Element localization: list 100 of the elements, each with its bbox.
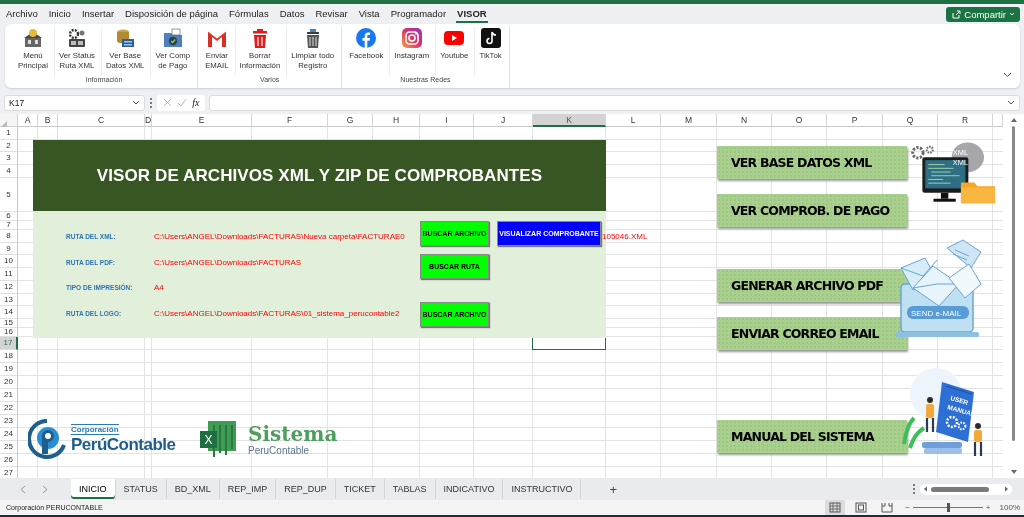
menu-tab[interactable]: Datos bbox=[278, 5, 306, 23]
sheet-tab[interactable]: TABLAS bbox=[384, 479, 436, 499]
caret-icon bbox=[1009, 11, 1015, 17]
column-header[interactable]: M bbox=[661, 114, 717, 127]
row-header[interactable]: 17 bbox=[0, 337, 18, 350]
scroll-down-icon[interactable] bbox=[1009, 469, 1018, 475]
zoom-level: 100% bbox=[999, 503, 1020, 512]
row-header[interactable]: 10 bbox=[0, 255, 18, 268]
row-header[interactable]: 25 bbox=[0, 441, 18, 454]
caret-icon[interactable] bbox=[132, 99, 140, 106]
menu-tab[interactable]: Insertar bbox=[80, 5, 116, 23]
column-header[interactable]: O bbox=[772, 114, 827, 127]
row-header[interactable]: 5 bbox=[0, 178, 18, 212]
menu-tab[interactable]: Revisar bbox=[314, 5, 349, 23]
row-header[interactable]: 1 bbox=[0, 127, 18, 140]
column-header[interactable]: B bbox=[38, 114, 58, 127]
caret-icon[interactable] bbox=[1007, 99, 1015, 106]
row-header[interactable]: 21 bbox=[0, 389, 18, 402]
cancel-icon[interactable] bbox=[162, 98, 172, 107]
menu-tab[interactable]: Fórmulas bbox=[228, 5, 270, 23]
more-icon[interactable] bbox=[912, 483, 916, 495]
row-header[interactable]: 8 bbox=[0, 230, 18, 243]
zoom-out-button[interactable]: − bbox=[905, 503, 910, 512]
view-button[interactable] bbox=[825, 500, 846, 515]
sheet-tab[interactable]: REP_DUP bbox=[276, 479, 336, 499]
logo-subtitle: PeruContable bbox=[248, 444, 311, 456]
instagram-icon bbox=[400, 27, 423, 49]
caret-icon[interactable] bbox=[1003, 72, 1012, 78]
check-icon[interactable] bbox=[176, 98, 187, 107]
function-button[interactable]: fx bbox=[192, 97, 200, 108]
column-header[interactable]: E bbox=[152, 114, 252, 127]
scroll-up-icon[interactable] bbox=[1009, 117, 1018, 123]
row-header[interactable]: 2 bbox=[0, 140, 18, 152]
sheet-tab[interactable]: REP_IMP bbox=[219, 479, 277, 499]
row-header[interactable]: 4 bbox=[0, 165, 18, 178]
row-header[interactable]: 20 bbox=[0, 376, 18, 389]
slider-thumb[interactable] bbox=[946, 503, 950, 512]
row-header[interactable]: 11 bbox=[0, 268, 18, 281]
scrollbar-thumb[interactable] bbox=[931, 486, 989, 492]
share-button[interactable]: Compartir bbox=[946, 6, 1020, 22]
column-header[interactable]: J bbox=[474, 114, 533, 127]
row-header[interactable]: 24 bbox=[0, 428, 18, 441]
sheet-tab[interactable]: BD_XML bbox=[166, 479, 220, 499]
row-header[interactable]: 13 bbox=[0, 294, 18, 306]
menu-tab[interactable]: Archivo bbox=[5, 5, 39, 23]
image-button[interactable]: ENVIAR CORREO EMAIL bbox=[717, 317, 907, 350]
menu-tab[interactable]: Disposición de página bbox=[124, 5, 220, 23]
image-button[interactable]: VER COMPROB. DE PAGO bbox=[717, 194, 907, 227]
column-header[interactable]: K bbox=[533, 114, 606, 127]
scroll-left-icon[interactable] bbox=[923, 486, 928, 492]
column-header[interactable]: C bbox=[58, 114, 145, 127]
database-icon bbox=[114, 27, 137, 49]
add-sheet-button[interactable]: + bbox=[603, 480, 624, 498]
row-header[interactable]: 7 bbox=[0, 221, 18, 230]
scrollbar-thumb[interactable] bbox=[1012, 126, 1015, 441]
scroll-right-icon[interactable] bbox=[1004, 486, 1009, 492]
column-header[interactable]: N bbox=[717, 114, 772, 127]
menu-tab[interactable]: Vista bbox=[357, 5, 381, 23]
image-button[interactable]: VER BASE DATOS XML bbox=[717, 146, 907, 179]
bubble-label: XML bbox=[952, 157, 968, 167]
field-value: A4 bbox=[154, 283, 164, 293]
previous-icon[interactable] bbox=[20, 484, 26, 494]
column-header[interactable]: I bbox=[420, 114, 474, 127]
row-header[interactable]: 9 bbox=[0, 243, 18, 255]
row-header[interactable]: 26 bbox=[0, 454, 18, 467]
sheet-tab[interactable]: INSTRUCTIVO bbox=[503, 479, 582, 499]
row-header[interactable]: 22 bbox=[0, 402, 18, 415]
sheet-tab[interactable]: STATUS bbox=[115, 479, 167, 499]
row-header[interactable]: 12 bbox=[0, 281, 18, 294]
row-header[interactable]: 14 bbox=[0, 306, 18, 319]
row-header[interactable]: 3 bbox=[0, 152, 18, 165]
page-break-icon bbox=[881, 502, 894, 513]
zoom-in-button[interactable]: + bbox=[985, 503, 991, 512]
menu-tab[interactable]: Programador bbox=[389, 5, 448, 23]
image-button[interactable]: MANUAL DEL SISTEMA bbox=[717, 420, 907, 453]
sheet-tab[interactable]: TICKET bbox=[335, 479, 385, 499]
column-header[interactable]: G bbox=[328, 114, 373, 127]
next-icon[interactable] bbox=[42, 484, 48, 494]
column-header[interactable]: L bbox=[606, 114, 661, 127]
sheet-tab[interactable]: INDICATIVO bbox=[435, 479, 504, 499]
column-header[interactable]: R bbox=[938, 114, 993, 127]
menu-tab[interactable]: Inicio bbox=[47, 5, 72, 23]
menu-tab[interactable]: VISOR bbox=[456, 5, 488, 23]
field-value: C:\Users\ANGEL\Downloads\FACTURAS\01_sistema_perucontable2 bbox=[154, 308, 400, 318]
page-layout-icon bbox=[855, 502, 868, 513]
more-icon[interactable] bbox=[149, 96, 153, 109]
row-header[interactable]: 18 bbox=[0, 350, 18, 363]
column-header[interactable]: A bbox=[18, 114, 38, 127]
row-header[interactable]: 19 bbox=[0, 363, 18, 376]
share-icon bbox=[951, 9, 962, 19]
image-button[interactable]: GENERAR ARCHIVO PDF bbox=[717, 269, 907, 302]
company-logo-icon bbox=[28, 418, 66, 460]
formula-field[interactable] bbox=[209, 94, 1020, 111]
column-header[interactable]: P bbox=[827, 114, 883, 127]
column-header[interactable]: Q bbox=[883, 114, 938, 127]
column-header[interactable]: H bbox=[373, 114, 420, 127]
row-header[interactable]: 23 bbox=[0, 415, 18, 428]
name-box[interactable]: K17 bbox=[4, 94, 145, 111]
sheet-tab[interactable]: INICIO bbox=[71, 479, 116, 499]
column-header[interactable]: F bbox=[252, 114, 328, 127]
